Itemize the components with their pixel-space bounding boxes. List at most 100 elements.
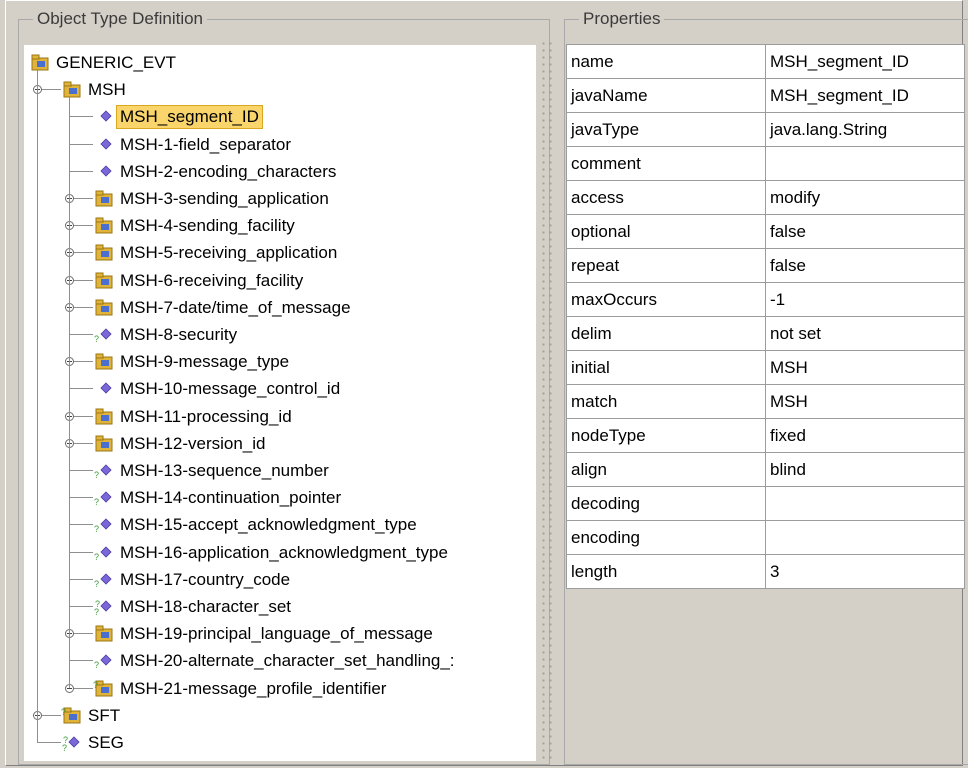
tree-node-label: MSH-13-sequence_number — [120, 461, 329, 480]
tree-connector — [69, 143, 93, 145]
optional-field-icon: ? — [94, 518, 112, 533]
property-value[interactable]: fixed — [765, 418, 965, 453]
property-value[interactable]: false — [765, 248, 965, 283]
tree-node[interactable]: ? MSH-8-security — [24, 321, 536, 348]
repeat-field-icon: ?? — [62, 735, 80, 751]
tree-node[interactable]: MSH-7-date/time_of_message — [24, 294, 536, 321]
tree-node[interactable]: MSH-3-sending_application — [24, 185, 536, 212]
property-value[interactable]: MSH — [765, 384, 965, 419]
tree-node[interactable]: ? MSH-14-continuation_pointer — [24, 484, 536, 511]
tree-node[interactable]: MSH-9-message_type — [24, 348, 536, 375]
property-row[interactable]: length 3 — [566, 554, 965, 589]
svg-text:?: ? — [94, 660, 99, 669]
property-value[interactable]: -1 — [765, 282, 965, 317]
property-row[interactable]: encoding — [566, 520, 965, 555]
property-value[interactable]: not set — [765, 316, 965, 351]
tree-node[interactable]: MSH-10-message_control_id — [24, 375, 536, 402]
tree-node-label: MSH-11-processing_id — [120, 406, 292, 426]
property-value[interactable]: java.lang.String — [765, 112, 965, 147]
property-value[interactable]: MSH_segment_ID — [765, 44, 965, 79]
property-row[interactable]: initial MSH — [566, 350, 965, 385]
property-key: initial — [566, 350, 766, 385]
tree-node[interactable]: MSH-4-sending_facility — [24, 212, 536, 239]
optional-field-icon: ? — [94, 654, 112, 669]
property-value[interactable]: false — [765, 214, 965, 249]
property-key: repeat — [566, 248, 766, 283]
tree-node[interactable]: ? MSH-20-alternate_character_set_handling… — [24, 647, 536, 674]
property-row[interactable]: javaName MSH_segment_ID — [566, 78, 965, 113]
property-row[interactable]: optional false — [566, 214, 965, 249]
property-row[interactable]: delim not set — [566, 316, 965, 351]
property-value[interactable]: MSH — [765, 350, 965, 385]
object-tree: GENERIC_EVT MSH MSH_segment_ID MSH-1-field_… — [24, 45, 536, 761]
property-value[interactable]: blind — [765, 452, 965, 487]
tree-node[interactable]: ? SFT — [24, 702, 536, 729]
tree-connector — [69, 388, 93, 390]
object-type-definition-title: Object Type Definition — [33, 9, 207, 29]
diamond-field-icon — [100, 382, 112, 394]
tree-node[interactable]: ? MSH-15-accept_acknowledgment_type — [24, 511, 536, 538]
property-value[interactable]: 3 — [765, 554, 965, 589]
tree-connector — [69, 524, 93, 526]
tree-node[interactable]: MSH-12-version_id — [24, 430, 536, 457]
tree-node[interactable]: ?? MSH-18-character_set — [24, 593, 536, 620]
folder-node-icon — [31, 54, 49, 71]
property-row[interactable]: match MSH — [566, 384, 965, 419]
tree-node[interactable]: MSH-19-principal_language_of_message — [24, 620, 536, 647]
property-row[interactable]: javaType java.lang.String — [566, 112, 965, 147]
tree-node-label: MSH-21-message_profile_identifier — [120, 678, 387, 698]
property-value[interactable] — [765, 486, 965, 521]
tree-node[interactable]: MSH_segment_ID — [24, 103, 536, 130]
tree-connector — [69, 660, 93, 662]
property-key: decoding — [566, 486, 766, 521]
tree-node-label: MSH-16-application_acknowledgment_type — [120, 542, 448, 562]
tree-node[interactable]: MSH-5-receiving_application — [24, 239, 536, 266]
svg-text:?: ? — [94, 579, 99, 588]
properties-title: Properties — [579, 9, 665, 29]
folder-node-icon — [95, 217, 113, 234]
property-row[interactable]: decoding — [566, 486, 965, 521]
property-row[interactable]: access modify — [566, 180, 965, 215]
repeat-field-icon: ?? — [94, 599, 112, 615]
svg-text:?: ? — [94, 470, 99, 479]
tree-node[interactable]: ? MSH-13-sequence_number — [24, 457, 536, 484]
tree-node[interactable]: MSH-1-field_separator — [24, 131, 536, 158]
tree-node-label: MSH-7-date/time_of_message — [120, 297, 351, 317]
tree-node[interactable]: ?? SEG — [24, 729, 536, 756]
property-row[interactable]: repeat false — [566, 248, 965, 283]
tree-connector — [37, 742, 61, 743]
panel-splitter[interactable] — [540, 40, 554, 760]
optional-field-icon: ? — [94, 546, 112, 561]
tree-node[interactable]: MSH-2-encoding_characters — [24, 158, 536, 185]
property-row[interactable]: name MSH_segment_ID — [566, 44, 965, 79]
tree-node[interactable]: GENERIC_EVT — [24, 49, 536, 76]
tree-node[interactable]: MSH-6-receiving_facility — [24, 267, 536, 294]
property-value[interactable] — [765, 520, 965, 555]
tree-node[interactable]: MSH-11-processing_id — [24, 403, 536, 430]
tree-node-label: MSH-5-receiving_application — [120, 243, 338, 263]
tree-node-label: MSH — [88, 80, 126, 100]
tree-connector — [69, 470, 93, 471]
property-row[interactable]: align blind — [566, 452, 965, 487]
property-value[interactable] — [765, 146, 965, 181]
tree-node[interactable]: MSH — [24, 76, 536, 103]
property-row[interactable]: comment — [566, 146, 965, 181]
property-row[interactable]: nodeType fixed — [566, 418, 965, 453]
tree-connector — [69, 170, 93, 172]
diamond-field-icon — [100, 138, 112, 150]
tree-node-label: MSH_segment_ID — [116, 105, 263, 130]
tree-node[interactable]: ? MSH-21-message_profile_identifier — [24, 675, 536, 702]
property-key: javaType — [566, 112, 766, 147]
tree-connector — [69, 551, 93, 553]
property-key: align — [566, 452, 766, 487]
property-row[interactable]: maxOccurs -1 — [566, 282, 965, 317]
tree-node[interactable]: ? MSH-16-application_acknowledgment_type — [24, 539, 536, 566]
optional-field-icon: ? — [94, 328, 112, 343]
tree-node[interactable]: ? MSH-17-country_code — [24, 566, 536, 593]
folder-node-icon — [95, 272, 113, 289]
optional-field-icon: ? — [94, 464, 112, 479]
property-value[interactable]: modify — [765, 180, 965, 215]
property-key: access — [566, 180, 766, 215]
property-value[interactable]: MSH_segment_ID — [765, 78, 965, 113]
property-key: length — [566, 554, 766, 589]
